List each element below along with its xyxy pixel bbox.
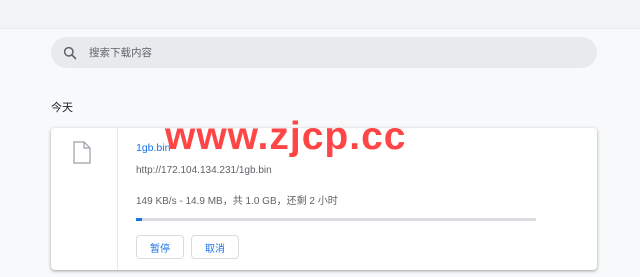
search-input[interactable] — [87, 45, 571, 60]
search-bar[interactable] — [51, 37, 597, 68]
watermark-text: www.zjcp.cc — [165, 115, 407, 158]
download-status: 149 KB/s - 14.9 MB，共 1.0 GB，还剩 2 小时 — [136, 196, 338, 207]
search-icon — [63, 46, 77, 60]
progress-bar — [136, 218, 536, 221]
download-url[interactable]: http://172.104.134.231/1gb.bin — [136, 165, 272, 176]
date-section-title: 今天 — [51, 102, 73, 114]
progress-fill — [136, 218, 142, 221]
pause-button[interactable]: 暂停 — [136, 235, 184, 259]
file-icon — [73, 141, 91, 169]
top-toolbar — [0, 0, 640, 29]
cancel-button[interactable]: 取消 — [191, 235, 239, 259]
download-icon-column — [51, 128, 118, 270]
